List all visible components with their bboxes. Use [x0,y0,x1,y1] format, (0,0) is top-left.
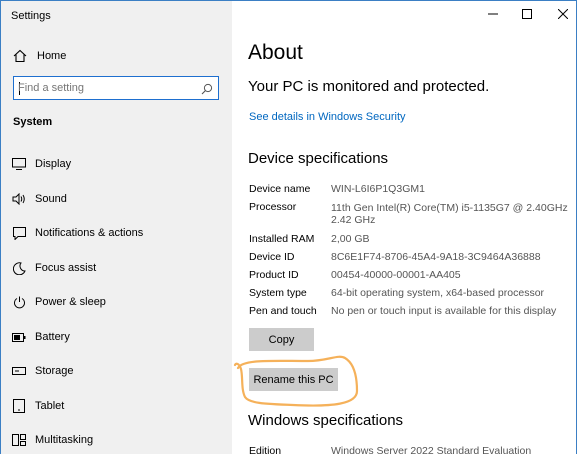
tablet-icon [11,398,27,414]
sidebar-item-label: Storage [35,365,74,377]
settings-window: Settings Home System Display Sou [0,0,577,454]
storage-icon [11,363,27,379]
battery-icon [11,329,27,345]
copy-button[interactable]: Copy [249,328,314,351]
notifications-icon [11,225,27,241]
sidebar-item-label: Tablet [35,400,65,412]
minimize-icon [488,13,498,15]
multitasking-icon [11,432,27,448]
protection-status: Your PC is monitored and protected. [248,78,490,95]
page-title: About [248,41,303,64]
device-specs-heading: Device specifications [248,150,389,167]
sidebar-item-power-sleep[interactable]: Power & sleep [11,293,106,311]
spec-label-installed-ram: Installed RAM [249,233,315,245]
sidebar-item-battery[interactable]: Battery [11,328,70,346]
sidebar-item-sound[interactable]: Sound [11,190,67,208]
spec-value-processor-line2: 2.42 GHz [331,214,376,226]
spec-label-pen-touch: Pen and touch [249,305,317,317]
home-label: Home [37,50,67,62]
security-link[interactable]: See details in Windows Security [249,111,406,123]
power-icon [11,294,27,310]
spec-label-product-id: Product ID [249,269,299,281]
display-icon [11,156,27,172]
sidebar-item-tablet[interactable]: Tablet [11,397,64,415]
spec-value-installed-ram: 2,00 GB [331,233,370,245]
spec-value-edition: Windows Server 2022 Standard Evaluation [331,445,532,454]
spec-value-system-type: 64-bit operating system, x64-based proce… [331,287,545,299]
sidebar-item-label: Battery [35,331,70,343]
maximize-icon [522,9,532,19]
section-label-system: System [13,116,53,128]
spec-value-pen-touch: No pen or touch input is available for t… [331,305,557,317]
spec-label-processor: Processor [249,201,297,213]
spec-value-product-id: 00454-40000-00001-AA405 [331,269,461,281]
home-icon [13,49,27,63]
spec-label-device-id: Device ID [249,251,295,263]
spec-value-device-id: 8C6E1F74-8706-45A4-9A18-3C9464A36888 [331,251,541,263]
minimize-button[interactable] [484,5,502,23]
sound-icon [11,191,27,207]
search-icon[interactable] [201,82,213,100]
close-icon [558,9,568,19]
sidebar-item-notifications[interactable]: Notifications & actions [11,224,143,242]
maximize-button[interactable] [518,5,536,23]
windows-specs-heading: Windows specifications [248,412,404,429]
sidebar-item-label: Notifications & actions [35,227,144,239]
search-input[interactable] [18,80,198,96]
rename-pc-button[interactable]: Rename this PC [249,368,338,391]
sidebar-item-label: Display [35,158,72,170]
window-title: Settings [11,10,51,22]
sidebar-item-storage[interactable]: Storage [11,362,74,380]
spec-value-device-name: WIN-L6I6P1Q3GM1 [331,183,425,195]
sidebar-item-display[interactable]: Display [11,155,71,173]
spec-label-edition: Edition [249,445,282,454]
sidebar-item-label: Multitasking [35,434,94,446]
search-box[interactable] [13,76,219,100]
close-button[interactable] [554,5,572,23]
sidebar: Settings Home System Display Sou [1,1,232,454]
sidebar-home[interactable]: Home [13,47,66,65]
focus-assist-icon [11,260,27,276]
sidebar-item-focus-assist[interactable]: Focus assist [11,259,96,277]
spec-label-device-name: Device name [249,183,311,195]
sidebar-item-label: Power & sleep [35,296,106,308]
sidebar-item-multitasking[interactable]: Multitasking [11,431,93,449]
spec-label-system-type: System type [249,287,307,299]
sidebar-item-label: Sound [35,193,67,205]
sidebar-item-label: Focus assist [35,262,97,274]
